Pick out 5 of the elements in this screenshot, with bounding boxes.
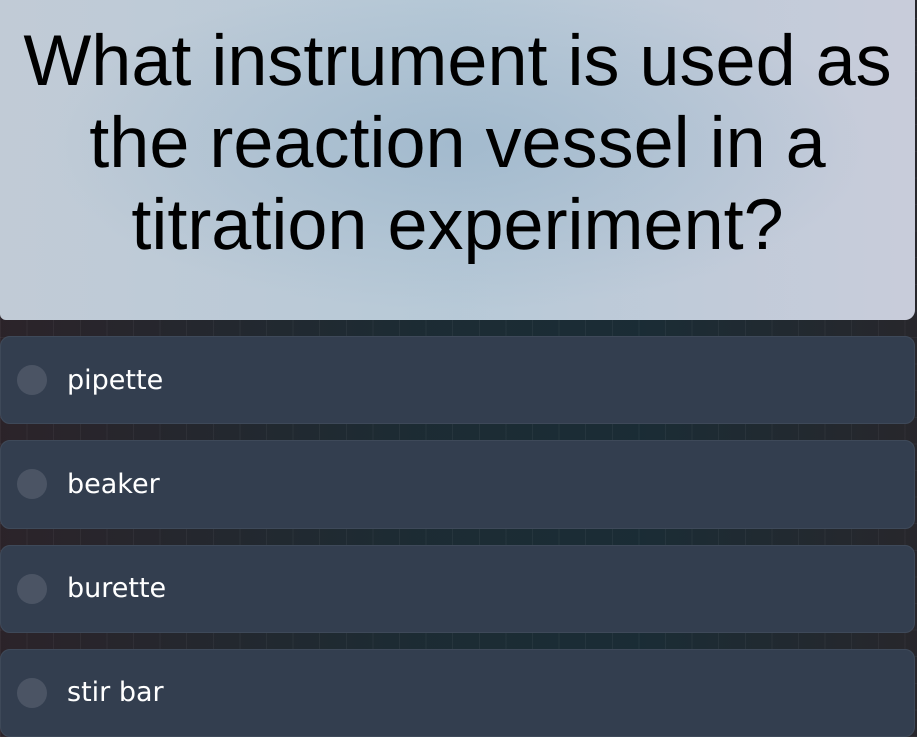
question-text: What instrument is used as the reaction vessel in a titration experiment? — [22, 20, 893, 266]
answer-option[interactable]: burette — [0, 544, 915, 633]
answer-option[interactable]: pipette — [0, 336, 915, 424]
answer-option[interactable]: stir bar — [0, 648, 915, 737]
answer-option[interactable]: beaker — [0, 440, 915, 528]
